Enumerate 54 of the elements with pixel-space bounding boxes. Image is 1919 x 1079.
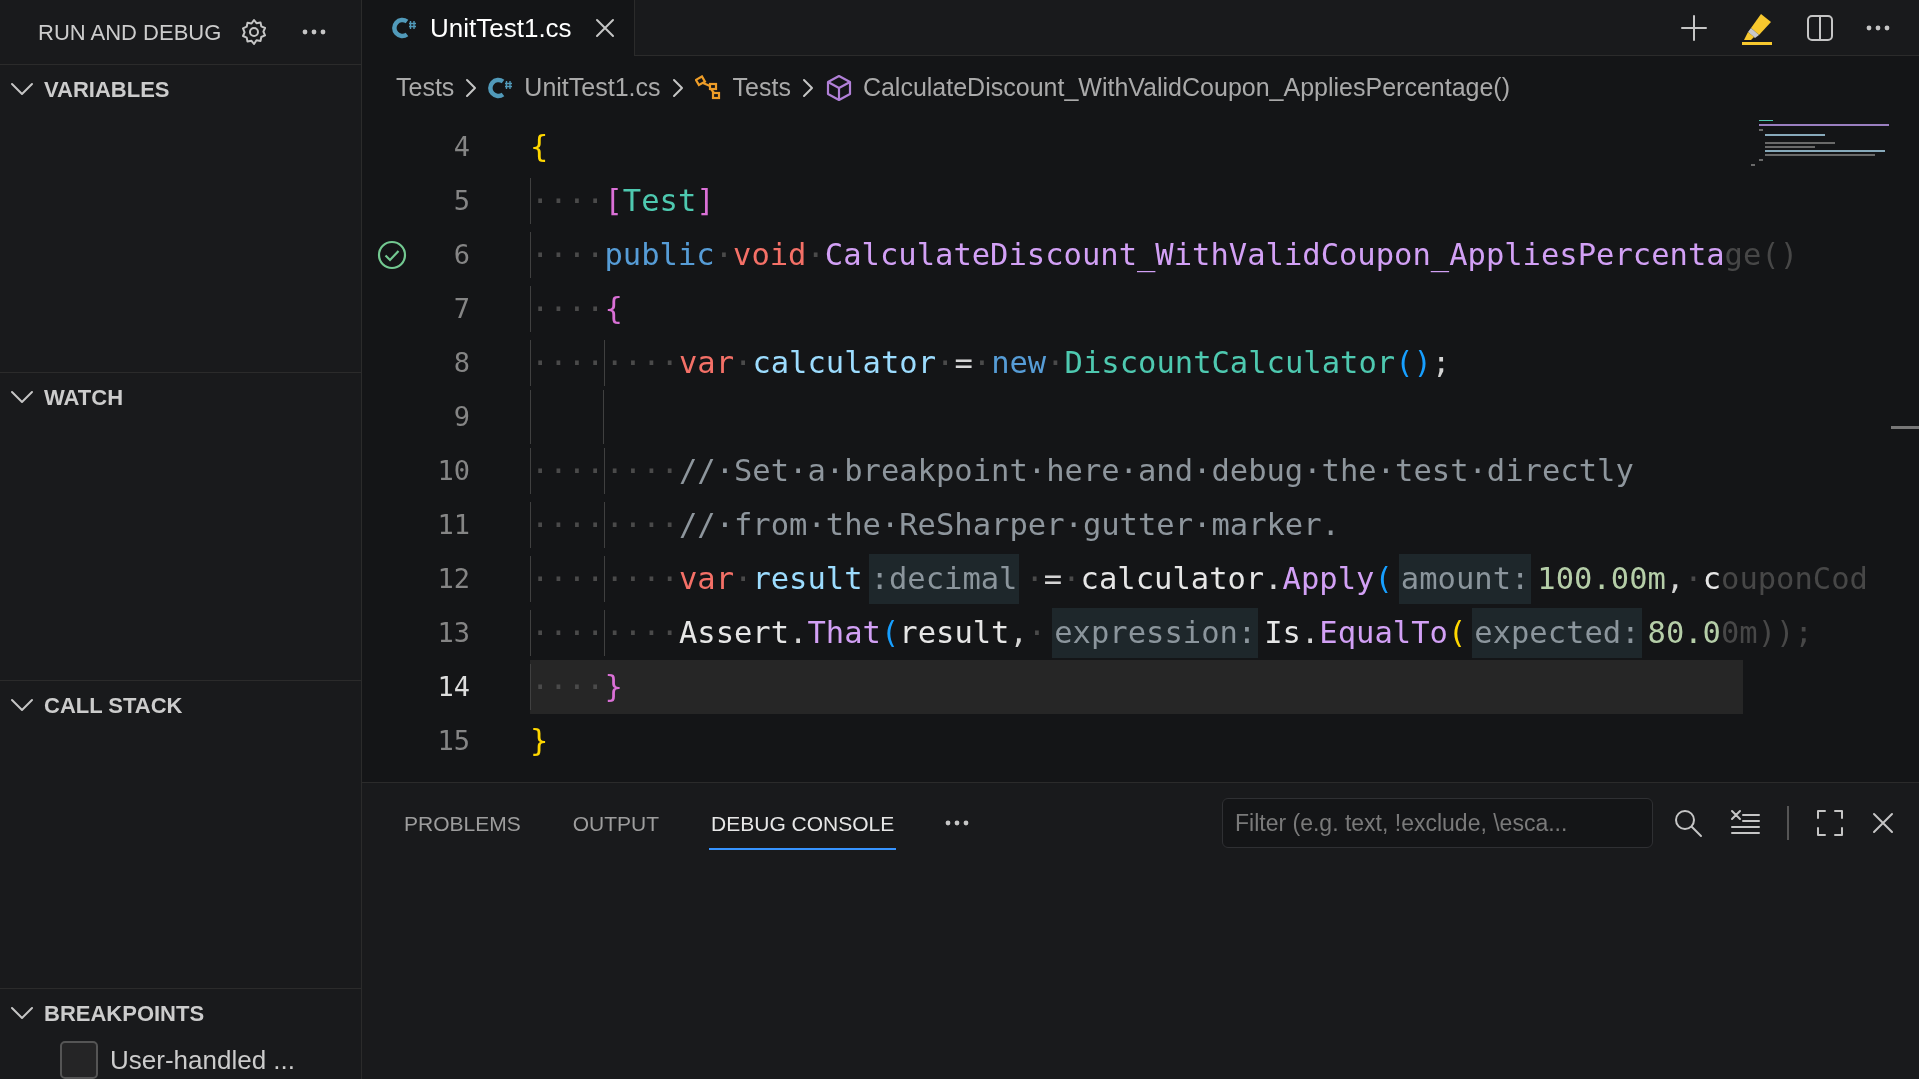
more-icon[interactable] — [944, 819, 971, 827]
code-line: ········//·from·the·ReSharper·gutter·marker. — [530, 498, 1340, 552]
editor-tab[interactable]: UnitTest1.cs — [362, 0, 635, 56]
line-number: 8 — [452, 345, 470, 380]
overview-ruler-mark — [1891, 426, 1919, 429]
split-editor-icon[interactable] — [1805, 12, 1835, 43]
plus-icon[interactable] — [1679, 12, 1709, 43]
test-passed-icon[interactable] — [376, 239, 408, 271]
line-number: 13 — [436, 615, 470, 650]
section-header[interactable]: BREAKPOINTS — [44, 996, 205, 1030]
section-header[interactable]: WATCH — [44, 380, 124, 414]
chevron-right-icon — [464, 77, 479, 99]
line-number: 4 — [452, 129, 470, 164]
code-line: } — [530, 722, 549, 761]
cube-icon — [824, 74, 853, 102]
line-number: 6 — [452, 237, 470, 272]
more-icon[interactable] — [301, 28, 328, 36]
filter-field[interactable]: Filter (e.g. text, !exclude, \esca... — [1222, 798, 1653, 848]
chevron-right-icon — [800, 77, 815, 99]
code-line: ····[Test] — [530, 174, 715, 228]
search-icon[interactable] — [1673, 808, 1703, 838]
line-number: 15 — [436, 723, 470, 758]
line-number: 12 — [436, 561, 470, 596]
panel-title: RUN AND DEBUG — [38, 18, 222, 47]
section-header[interactable]: CALL STACK — [44, 688, 183, 722]
breadcrumb-item[interactable]: UnitTest1.cs — [524, 69, 661, 107]
line-number: 9 — [452, 399, 470, 434]
csharp-file-icon — [392, 15, 418, 41]
line-number: 7 — [452, 291, 470, 326]
code-line: ····{ — [530, 282, 623, 336]
breadcrumb-item[interactable]: Tests — [732, 69, 791, 107]
code-line: { — [530, 128, 549, 167]
panel-tab[interactable]: PROBLEMS — [402, 796, 523, 850]
checkbox[interactable] — [60, 1041, 98, 1079]
breadcrumb-item[interactable]: CalculateDiscount_WithValidCoupon_AppliesPercentage() — [862, 69, 1510, 107]
class-icon — [694, 75, 723, 101]
code-line: ········var·calculator·=·new·DiscountCalculator(); — [530, 336, 1451, 390]
line-number: 5 — [452, 183, 470, 218]
code-line: ········//·Set·a·breakpoint·here·and·debug·the·test·directly — [530, 444, 1634, 498]
more-icon[interactable] — [1865, 23, 1891, 32]
panel-tab[interactable]: DEBUG CONSOLE — [709, 796, 897, 850]
code-line: ····} — [530, 660, 623, 714]
line-number: 10 — [436, 453, 470, 488]
line-number: 11 — [436, 507, 470, 542]
close-icon[interactable] — [593, 17, 616, 39]
section-header[interactable]: VARIABLES — [44, 72, 170, 106]
breakpoint-label: User-handled ... — [110, 1043, 295, 1077]
line-number: 14 — [436, 669, 470, 704]
chevron-right-icon — [670, 77, 685, 99]
maximize-icon[interactable] — [1815, 808, 1845, 838]
close-icon[interactable] — [1871, 811, 1895, 835]
csharp-file-icon — [488, 75, 515, 101]
panel-tab[interactable]: OUTPUT — [570, 796, 662, 850]
breadcrumb-item[interactable]: Tests — [396, 69, 455, 107]
